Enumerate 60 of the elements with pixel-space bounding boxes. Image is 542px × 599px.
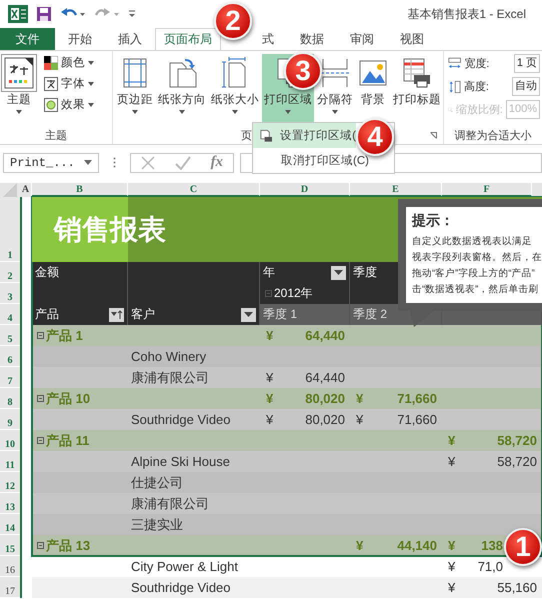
table-cell: 季度 bbox=[353, 264, 377, 281]
field-label: 缩放比例: bbox=[456, 102, 503, 117]
table-cell: 年 bbox=[263, 264, 275, 281]
currency-symbol: ¥ bbox=[448, 559, 456, 574]
table-cell: 80,020 bbox=[305, 412, 345, 427]
currency-symbol: ¥ bbox=[448, 538, 456, 553]
currency-symbol: ¥ bbox=[448, 580, 456, 595]
table-cell: Southridge Video bbox=[131, 580, 231, 595]
table-cell: City Power & Light bbox=[131, 559, 238, 574]
table-cell: 产品 bbox=[35, 306, 59, 323]
tip-title: 提示： bbox=[412, 212, 455, 230]
currency-symbol: ¥ bbox=[356, 412, 364, 427]
table-cell: 55,160 bbox=[497, 580, 537, 595]
table-cell: 康浦有限公司 bbox=[131, 368, 209, 386]
table-cell: 71,0 bbox=[478, 559, 503, 574]
table-cell: 71,660 bbox=[397, 391, 437, 406]
table-cell: 64,440 bbox=[305, 328, 345, 343]
currency-symbol: ¥ bbox=[266, 370, 274, 385]
group-label: 调整为合适大小 bbox=[454, 128, 532, 144]
table-cell: 2012年 bbox=[274, 285, 313, 302]
report-title: 销售报表 bbox=[54, 212, 166, 246]
table-cell: 64,440 bbox=[305, 370, 345, 385]
table-cell: 44,140 bbox=[397, 538, 437, 553]
table-cell: 康浦有限公司 bbox=[131, 494, 209, 512]
field-label: 高度: bbox=[464, 80, 490, 94]
table-cell: Alpine Ski House bbox=[131, 454, 230, 469]
table-cell: 季度 2 bbox=[353, 306, 388, 323]
step-number-badge: 2 bbox=[214, 2, 252, 40]
window-title: 基本销售报表1 - Excel bbox=[407, 6, 526, 22]
group-label: 主题 bbox=[44, 128, 68, 144]
table-cell: Southridge Video bbox=[131, 412, 231, 427]
table-cell: 138 bbox=[481, 538, 503, 553]
currency-symbol: ¥ bbox=[448, 454, 456, 469]
table-cell: 三捷实业 bbox=[131, 516, 183, 534]
currency-symbol: ¥ bbox=[266, 391, 274, 406]
currency-symbol: ¥ bbox=[266, 328, 274, 343]
tip-text: 视表字段列表窗格。然后，在 bbox=[412, 251, 542, 265]
table-cell: 仕捷公司 bbox=[131, 474, 183, 492]
table-cell: 产品 11 bbox=[46, 432, 90, 450]
table-cell: 产品 1 bbox=[46, 326, 83, 344]
table-cell: 金额 bbox=[35, 264, 59, 281]
table-cell: 71,660 bbox=[397, 412, 437, 427]
field-label: 宽度: bbox=[464, 56, 490, 71]
table-cell: 58,720 bbox=[497, 433, 537, 448]
table-cell: 58,720 bbox=[497, 454, 537, 469]
tip-text: 拖动“客户”字段上方的“产品” bbox=[412, 267, 536, 281]
tip-text: 击“数据透视表”，然后单击刷 bbox=[412, 283, 540, 297]
table-cell: 80,020 bbox=[305, 391, 345, 406]
table-cell: 客户 bbox=[131, 306, 155, 323]
group-label: 页 bbox=[241, 128, 252, 142]
currency-symbol: ¥ bbox=[356, 538, 364, 553]
tip-text: 自定义此数据透视表以满足 bbox=[412, 235, 533, 249]
step-number-badge: 3 bbox=[284, 52, 322, 90]
table-cell: 产品 10 bbox=[46, 390, 90, 408]
currency-symbol: ¥ bbox=[448, 433, 456, 448]
table-cell: Coho Winery bbox=[131, 349, 206, 364]
currency-symbol: ¥ bbox=[356, 391, 364, 406]
table-cell: 产品 13 bbox=[46, 536, 90, 554]
currency-symbol: ¥ bbox=[266, 412, 274, 427]
table-cell: 季度 1 bbox=[263, 306, 298, 323]
